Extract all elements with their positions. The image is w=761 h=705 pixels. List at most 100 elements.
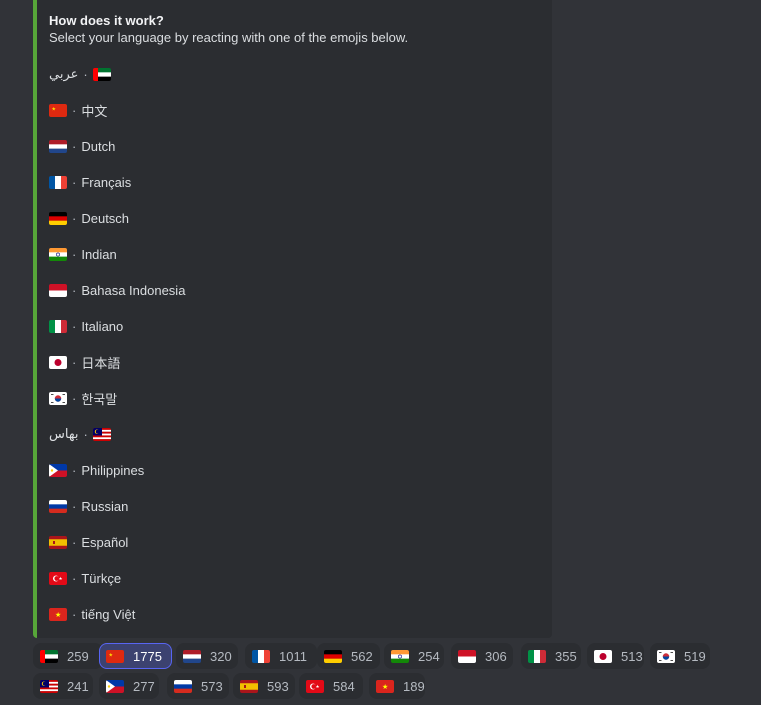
germany-flag [49, 211, 67, 225]
separator-dot: · [72, 138, 77, 154]
reaction-button[interactable]: 513 [587, 643, 644, 669]
france-flag [252, 649, 270, 663]
reaction-button[interactable]: 1011 [245, 643, 317, 669]
language-row: ★ · tiếng Việt [49, 596, 540, 632]
svg-text:★: ★ [52, 106, 57, 112]
malaysia-flag [92, 427, 111, 441]
reaction-button[interactable]: ★ 189 [369, 673, 425, 699]
language-label: 日本語 [81, 355, 121, 371]
language-label: بهاس [49, 426, 79, 441]
reaction-count: 259 [67, 648, 89, 664]
separator-dot: · [72, 570, 77, 586]
svg-text:★: ★ [55, 611, 61, 619]
india-flag [391, 649, 409, 663]
language-label: Español [81, 534, 129, 550]
netherlands-flag [183, 649, 201, 663]
reaction-button[interactable]: 277 [99, 673, 159, 699]
reaction-count: 584 [333, 678, 355, 694]
separator-dot: · [72, 246, 77, 262]
reaction-count: 593 [267, 678, 289, 694]
indonesia-flag [458, 649, 476, 663]
reaction-count: 519 [684, 648, 706, 664]
korea-flag [657, 649, 675, 663]
reaction-button[interactable]: 355 [521, 643, 581, 669]
language-row: · Bahasa Indonesia [49, 272, 540, 308]
uae-flag [40, 649, 58, 663]
reaction-button[interactable]: 241 [33, 673, 93, 699]
language-row: · 日本語 [49, 344, 540, 380]
reaction-button[interactable]: 593 [233, 673, 295, 699]
language-label: Français [81, 174, 132, 190]
germany-flag [324, 649, 342, 663]
language-label: 한국말 [81, 391, 118, 407]
malaysia-flag [40, 679, 58, 693]
japan-flag [594, 649, 612, 663]
italy-flag [528, 649, 546, 663]
reaction-count: 355 [555, 648, 577, 664]
france-flag [49, 175, 67, 189]
reaction-button[interactable]: 320 [176, 643, 238, 669]
embed-description: Select your language by reacting with on… [49, 30, 409, 45]
uae-flag [92, 67, 111, 81]
reaction-button[interactable]: 519 [650, 643, 710, 669]
reaction-count: 254 [418, 648, 440, 664]
language-label: Bahasa Indonesia [81, 282, 186, 298]
language-row: · عربي [49, 56, 540, 92]
netherlands-flag [49, 139, 67, 153]
language-label: Russian [81, 498, 129, 514]
separator-dot: · [72, 606, 77, 622]
russia-flag [49, 499, 67, 513]
separator-dot: · [72, 282, 77, 298]
language-label: Dutch [81, 138, 116, 154]
vietnam-flag: ★ [49, 607, 67, 621]
language-row: · Italiano [49, 308, 540, 344]
language-label: Türkçe [81, 570, 122, 586]
reaction-count: 277 [133, 678, 155, 694]
svg-text:★: ★ [316, 684, 320, 689]
reaction-button[interactable]: 259 [33, 643, 103, 669]
language-list: · عربي ★ · 中文 · Dutch · Français · Deutsch · Indian ·… [49, 56, 540, 632]
svg-text:★: ★ [109, 652, 114, 658]
separator-dot: · [72, 210, 77, 226]
language-row: · Français [49, 164, 540, 200]
indonesia-flag [49, 283, 67, 297]
language-row: · Español [49, 524, 540, 560]
language-row: ★ · Türkçe [49, 560, 540, 596]
reaction-count: 306 [485, 648, 507, 664]
separator-dot: · [72, 462, 77, 478]
china-flag: ★ [106, 649, 124, 663]
embed-title: How does it work? [49, 13, 164, 28]
language-label: Deutsch [81, 210, 130, 226]
separator-dot: · [72, 498, 77, 514]
reaction-count: 573 [201, 678, 223, 694]
reaction-count: 1011 [279, 648, 307, 664]
separator-dot: · [72, 390, 77, 406]
china-flag: ★ [49, 103, 67, 117]
language-row: · Indian [49, 236, 540, 272]
spain-flag [240, 679, 258, 693]
language-label: عربي [49, 66, 79, 81]
italy-flag [49, 319, 67, 333]
reaction-count: 189 [403, 678, 425, 694]
separator-dot: · [72, 318, 77, 334]
language-label: Italiano [81, 318, 124, 334]
reaction-button[interactable]: ★ 1775 [99, 643, 172, 669]
turkey-flag: ★ [306, 679, 324, 693]
language-label: Indian [81, 246, 117, 262]
reaction-button[interactable]: 254 [384, 643, 444, 669]
reaction-button[interactable]: 562 [317, 643, 380, 669]
reaction-count: 320 [210, 648, 232, 664]
reaction-count: 562 [351, 648, 373, 664]
separator-dot: · [72, 174, 77, 190]
reaction-button[interactable]: 306 [451, 643, 513, 669]
india-flag [49, 247, 67, 261]
reaction-button[interactable]: ★ 584 [299, 673, 363, 699]
reaction-button[interactable]: 573 [167, 673, 229, 699]
korea-flag [49, 391, 67, 405]
language-row: · Dutch [49, 128, 540, 164]
language-label: 中文 [81, 103, 108, 119]
language-row: · Philippines [49, 452, 540, 488]
philippines-flag [49, 463, 67, 477]
reaction-count: 513 [621, 648, 643, 664]
russia-flag [174, 679, 192, 693]
